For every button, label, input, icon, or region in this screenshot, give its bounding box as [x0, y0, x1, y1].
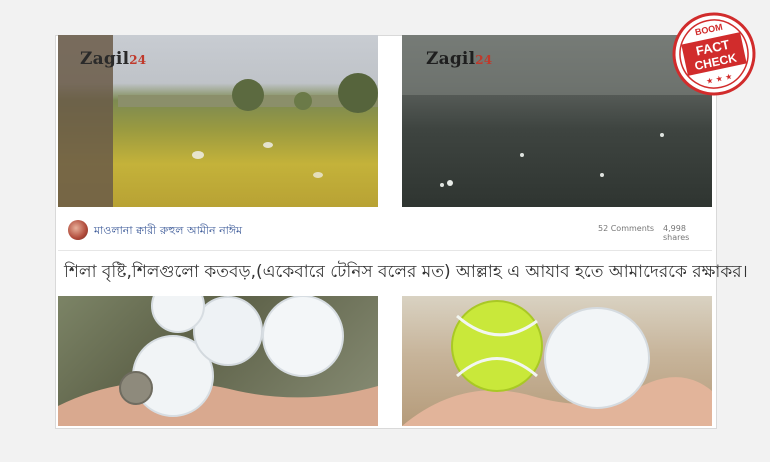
avatar[interactable]: [68, 220, 88, 240]
video-still-hailstorm: Zagil24: [402, 35, 712, 207]
watermark-num: 24: [475, 53, 493, 67]
video-still-field: Zagil24: [58, 35, 378, 207]
post-author[interactable]: মাওলানা ক্বারী রুহুল আমীন নাঈম: [94, 222, 242, 241]
hailstones-scene: [58, 296, 378, 426]
post-caption: শিলা বৃষ্টি,শিলগুলো কতবড়,(একেবারে টেনিস…: [64, 262, 748, 282]
tennis-ball-scene: [402, 300, 712, 426]
watermark-zagil24: Zagil24: [80, 49, 146, 69]
shares-count[interactable]: 4,998 shares: [663, 224, 712, 242]
watermark-brand: Zagil: [426, 49, 476, 69]
facebook-post-header: মাওলানা ক্বারী রুহুল আমীন নাঈম 52 Commen…: [58, 210, 712, 251]
watermark-num: 24: [129, 53, 147, 67]
watermark-zagil24: Zagil24: [426, 49, 492, 69]
photo-tennis-ball-hailstone: [402, 296, 712, 426]
fact-check-stamp: BOOM FACT CHECK ★ ★ ★: [668, 8, 760, 100]
comments-count[interactable]: 52 Comments: [598, 224, 654, 233]
fact-check-badge-icon: BOOM FACT CHECK ★ ★ ★: [672, 12, 756, 96]
watermark-brand: Zagil: [80, 49, 130, 69]
photo-hailstones-hand: [58, 296, 378, 426]
